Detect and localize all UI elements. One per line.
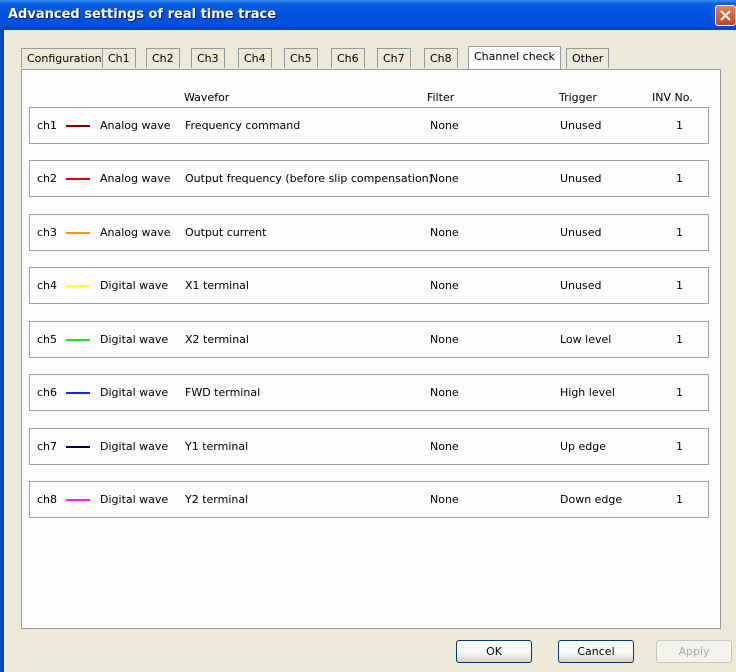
signal-name: X2 terminal <box>185 333 249 346</box>
ok-button[interactable]: OK <box>456 640 532 663</box>
inv-number: 1 <box>676 333 683 346</box>
channel-row-ch4: ch4 Digital wave X1 terminal None Unused… <box>29 267 709 304</box>
trigger-value: Unused <box>560 119 602 132</box>
channel-id: ch5 <box>37 333 58 346</box>
tab-ch6[interactable]: Ch6 <box>331 48 365 68</box>
wave-type: Analog wave <box>100 226 171 239</box>
channel-row-ch5: ch5 Digital wave X2 terminal None Low le… <box>29 321 709 358</box>
channel-row-ch8: ch8 Digital wave Y2 terminal None Down e… <box>29 481 709 518</box>
trigger-value: High level <box>560 386 615 399</box>
filter-value: None <box>430 333 459 346</box>
filter-value: None <box>430 279 459 292</box>
close-button[interactable] <box>715 5 736 26</box>
tab-ch4[interactable]: Ch4 <box>238 48 272 68</box>
wave-type: Digital wave <box>100 333 169 346</box>
channel-row-ch7: ch7 Digital wave Y1 terminal None Up edg… <box>29 428 709 465</box>
inv-number: 1 <box>676 119 683 132</box>
channel-id: ch8 <box>37 493 58 506</box>
trigger-value: Unused <box>560 226 602 239</box>
window-frame <box>0 30 4 672</box>
line-color-swatch <box>66 339 90 341</box>
close-icon <box>720 10 731 21</box>
filter-value: None <box>430 119 459 132</box>
inv-number: 1 <box>676 386 683 399</box>
filter-value: None <box>430 493 459 506</box>
signal-name: Frequency command <box>185 119 301 132</box>
tab-channel-check[interactable]: Channel check <box>468 46 561 69</box>
channel-id: ch6 <box>37 386 58 399</box>
line-color-swatch <box>66 499 90 501</box>
channel-row-ch6: ch6 Digital wave FWD terminal None High … <box>29 374 709 411</box>
signal-name: Y1 terminal <box>185 440 249 453</box>
wave-type: Digital wave <box>100 279 169 292</box>
header-waveform: Wavefor <box>184 91 230 104</box>
inv-number: 1 <box>676 226 683 239</box>
channel-row-ch2: ch2 Analog wave Output frequency (before… <box>29 160 709 197</box>
filter-value: None <box>430 386 459 399</box>
window-title: Advanced settings of real time trace <box>8 7 277 22</box>
line-color-swatch <box>66 285 90 287</box>
signal-name: FWD terminal <box>185 386 261 399</box>
channel-id: ch3 <box>37 226 58 239</box>
tab-ch7[interactable]: Ch7 <box>377 48 411 68</box>
tab-other[interactable]: Other <box>566 48 610 68</box>
tab-configuration[interactable]: Configuration <box>21 48 108 68</box>
signal-name: Output frequency (before slip compensati… <box>185 172 433 185</box>
filter-value: None <box>430 172 459 185</box>
tab-ch2[interactable]: Ch2 <box>146 48 180 68</box>
channel-id: ch2 <box>37 172 58 185</box>
header-trigger: Trigger <box>559 91 597 104</box>
channel-id: ch4 <box>37 279 58 292</box>
trigger-value: Unused <box>560 279 602 292</box>
apply-button[interactable]: Apply <box>656 640 732 663</box>
inv-number: 1 <box>676 493 683 506</box>
wave-type: Digital wave <box>100 493 169 506</box>
tab-ch8[interactable]: Ch8 <box>424 48 458 68</box>
wave-type: Digital wave <box>100 440 169 453</box>
header-filter: Filter <box>427 91 455 104</box>
tab-ch1[interactable]: Ch1 <box>102 48 136 68</box>
tab-ch3[interactable]: Ch3 <box>191 48 225 68</box>
wave-type: Analog wave <box>100 172 171 185</box>
signal-name: X1 terminal <box>185 279 249 292</box>
line-color-swatch <box>66 125 90 127</box>
trigger-value: Unused <box>560 172 602 185</box>
channel-id: ch7 <box>37 440 58 453</box>
signal-name: Y2 terminal <box>185 493 249 506</box>
title-bar[interactable]: Advanced settings of real time trace <box>0 0 736 30</box>
inv-number: 1 <box>676 172 683 185</box>
filter-value: None <box>430 440 459 453</box>
trigger-value: Down edge <box>560 493 623 506</box>
wave-type: Digital wave <box>100 386 169 399</box>
cancel-button[interactable]: Cancel <box>558 640 634 663</box>
signal-name: Output current <box>185 226 267 239</box>
channel-row-ch3: ch3 Analog wave Output current None Unus… <box>29 214 709 251</box>
line-color-swatch <box>66 232 90 234</box>
tab-ch5[interactable]: Ch5 <box>284 48 318 68</box>
trigger-value: Up edge <box>560 440 607 453</box>
dialog-window: Advanced settings of real time trace Con… <box>0 0 736 672</box>
trigger-value: Low level <box>560 333 612 346</box>
inv-number: 1 <box>676 440 683 453</box>
line-color-swatch <box>66 446 90 448</box>
wave-type: Analog wave <box>100 119 171 132</box>
filter-value: None <box>430 226 459 239</box>
channel-id: ch1 <box>37 119 58 132</box>
inv-number: 1 <box>676 279 683 292</box>
line-color-swatch <box>66 392 90 394</box>
channel-check-panel: Wavefor Filter Trigger INV No. ch1 Analo… <box>21 69 721 629</box>
channel-row-ch1: ch1 Analog wave Frequency command None U… <box>29 107 709 144</box>
header-inv-no: INV No. <box>652 91 693 104</box>
line-color-swatch <box>66 178 90 180</box>
